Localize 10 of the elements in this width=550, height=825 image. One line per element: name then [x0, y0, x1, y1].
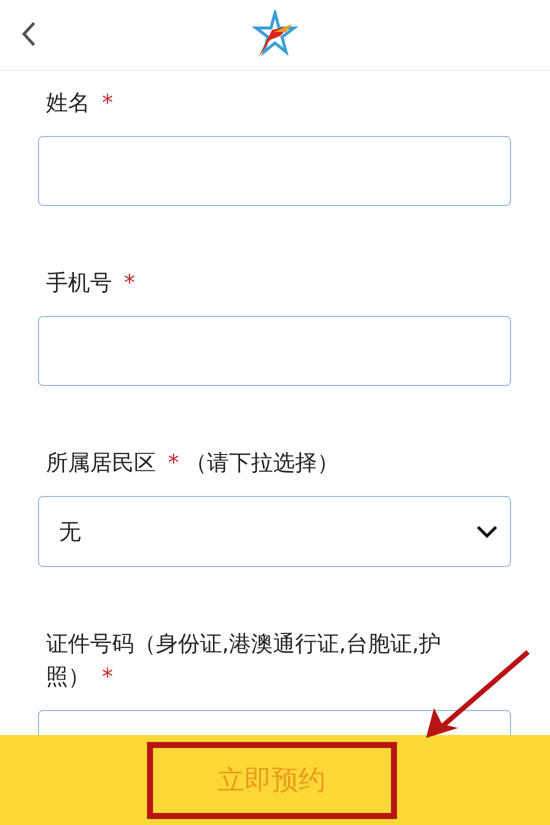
dropdown-field[interactable]: 无: [38, 496, 511, 567]
field-label: 证件号码（身份证,港澳通行证,台胞证,护照） *: [45, 631, 442, 692]
back-icon: [21, 20, 37, 48]
field-label: 所属居民区 * （请下拉选择）: [45, 450, 340, 478]
input-field[interactable]: [38, 136, 511, 206]
logo-icon: [250, 10, 300, 60]
field-label: 手机号 *: [45, 270, 136, 298]
chevron-down-icon: [476, 524, 498, 538]
field-label: 姓名 *: [45, 90, 114, 118]
input-field[interactable]: [38, 316, 511, 386]
